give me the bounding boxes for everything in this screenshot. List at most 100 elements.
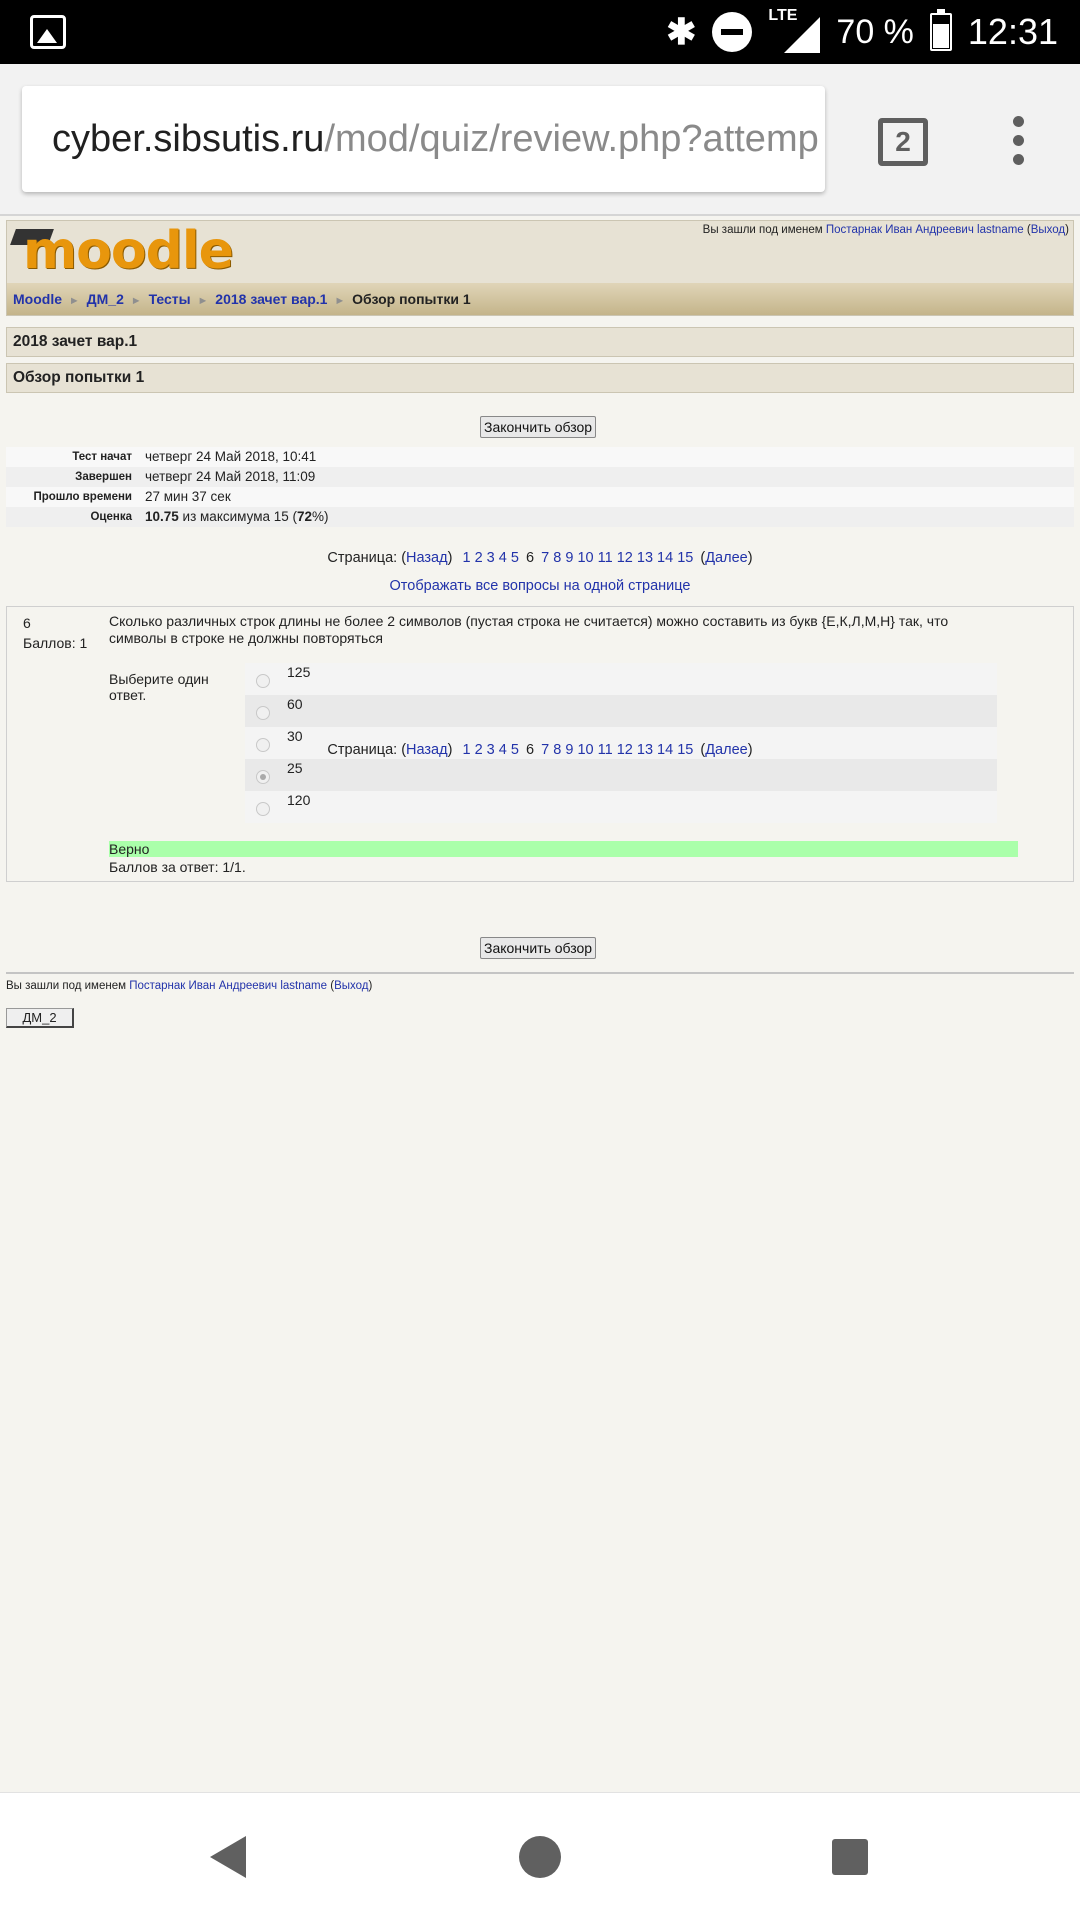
page-link[interactable]: 4 <box>499 550 507 566</box>
page-link[interactable]: 12 <box>617 742 633 758</box>
gallery-icon <box>30 15 66 49</box>
summary-row-completed: Завершен четверг 24 Май 2018, 11:09 <box>6 467 1074 487</box>
question-number: 6 <box>23 615 31 631</box>
page-link[interactable]: 9 <box>565 550 573 566</box>
page-link[interactable]: 10 <box>577 550 593 566</box>
url-host: cyber.sibsutis.ru <box>52 118 325 160</box>
url-bar[interactable]: cyber.sibsutis.ru/mod/quiz/review.php?at… <box>22 86 825 192</box>
breadcrumb-separator-icon: ► <box>334 295 346 307</box>
page-link[interactable]: 11 <box>598 550 613 566</box>
breadcrumb: Moodle ► ДМ_2 ► Тесты ► 2018 зачет вар.1… <box>7 283 1073 315</box>
quiz-title: 2018 зачет вар.1 <box>6 327 1074 357</box>
review-title: Обзор попытки 1 <box>6 363 1074 393</box>
correct-feedback: Верно <box>109 841 1018 857</box>
page-link[interactable]: 13 <box>637 742 653 758</box>
back-icon[interactable] <box>210 1836 246 1878</box>
page-link[interactable]: 5 <box>511 742 519 758</box>
user-profile-link[interactable]: Постарнак Иван Андреевич lastname <box>826 224 1024 236</box>
logout-link[interactable]: Выход <box>1031 224 1065 236</box>
page-link[interactable]: 15 <box>677 742 693 758</box>
radio-button[interactable] <box>256 802 270 816</box>
current-page: 6 <box>526 742 535 758</box>
breadcrumb-separator-icon: ► <box>68 295 80 307</box>
show-all-row: Отображать все вопросы на одной странице <box>0 578 1080 594</box>
answer-option[interactable]: 120 <box>245 791 997 823</box>
url-path: /mod/quiz/review.php?attemp <box>324 118 819 160</box>
page-link[interactable]: 1 <box>462 742 470 758</box>
page-content: moodle Вы зашли под именем Постарнак Ива… <box>0 216 1080 1792</box>
grade-percent: 72 <box>297 509 313 524</box>
page-link[interactable]: 3 <box>487 550 495 566</box>
breadcrumb-separator-icon: ► <box>197 295 209 307</box>
page-link[interactable]: 9 <box>565 742 573 758</box>
radio-button[interactable] <box>256 706 270 720</box>
finish-review-button-bottom[interactable]: Закончить обзор <box>480 937 597 959</box>
breadcrumb-separator-icon: ► <box>130 295 142 307</box>
home-icon[interactable] <box>519 1836 561 1878</box>
answer-option[interactable]: 60 <box>245 695 997 727</box>
answer-points: Баллов за ответ: 1/1. <box>109 859 246 875</box>
grade-score: 10.75 <box>145 509 179 524</box>
current-page: 6 <box>526 550 535 566</box>
paging-prev-link[interactable]: Назад <box>406 550 448 566</box>
summary-row-time-taken: Прошло времени 27 мин 37 сек <box>6 487 1074 507</box>
do-not-disturb-icon <box>712 12 753 52</box>
page-link[interactable]: 13 <box>637 550 653 566</box>
breadcrumb-current: Обзор попытки 1 <box>352 291 471 307</box>
overflow-menu-icon[interactable] <box>1008 116 1028 168</box>
page-link[interactable]: 2 <box>475 550 483 566</box>
status-bar: ✱ LTE 70 % 12:31 <box>0 0 1080 64</box>
breadcrumb-quiz[interactable]: 2018 зачет вар.1 <box>215 291 327 307</box>
page-link[interactable]: 2 <box>475 742 483 758</box>
user-profile-link[interactable]: Постарнак Иван Андреевич lastname <box>129 980 327 992</box>
bluetooth-icon: ✱ <box>666 11 697 52</box>
paging-prev-link[interactable]: Назад <box>406 742 448 758</box>
moodle-header: moodle Вы зашли под именем Постарнак Ива… <box>6 220 1074 316</box>
question-text: Сколько различных строк длины не более 2… <box>109 613 949 646</box>
paging-next-link[interactable]: Далее <box>705 550 747 566</box>
lte-signal-icon: LTE <box>768 7 821 55</box>
paging-bar-top: Страница: (Назад) 1 2 3 4 5 6 7 8 9 10 1… <box>327 550 753 566</box>
footer-divider <box>6 972 1074 974</box>
answer-option[interactable]: 125 <box>245 663 997 695</box>
page-link[interactable]: 10 <box>577 742 593 758</box>
page-link[interactable]: 8 <box>553 742 561 758</box>
battery-percent: 70 % <box>836 12 914 51</box>
show-all-questions-link[interactable]: Отображать все вопросы на одной странице <box>390 578 691 594</box>
paging-next-link[interactable]: Далее <box>705 742 747 758</box>
page-link[interactable]: 14 <box>657 550 673 566</box>
page-link[interactable]: 8 <box>553 550 561 566</box>
course-button[interactable]: ДМ_2 <box>6 1008 74 1028</box>
login-info-bottom: Вы зашли под именем Постарнак Иван Андре… <box>6 980 373 992</box>
answer-option-selected[interactable]: 25 <box>245 759 997 791</box>
battery-icon <box>929 9 952 51</box>
summary-row-started: Тест начат четверг 24 Май 2018, 10:41 <box>6 447 1074 467</box>
moodle-logo[interactable]: moodle <box>10 221 234 281</box>
page-link[interactable]: 7 <box>541 550 549 566</box>
page-link[interactable]: 11 <box>598 742 613 758</box>
radio-button[interactable] <box>256 674 270 688</box>
question-info: 6 Баллов: 1 <box>23 613 87 653</box>
page-link[interactable]: 4 <box>499 742 507 758</box>
logo-text: moodle <box>23 221 234 281</box>
browser-toolbar: cyber.sibsutis.ru/mod/quiz/review.php?at… <box>0 64 1080 216</box>
attempt-summary-table: Тест начат четверг 24 Май 2018, 10:41 За… <box>6 447 1074 527</box>
tab-switcher-button[interactable]: 2 <box>878 118 928 166</box>
page-link[interactable]: 3 <box>487 742 495 758</box>
page-link[interactable]: 12 <box>617 550 633 566</box>
clock: 12:31 <box>967 11 1058 52</box>
breadcrumb-course[interactable]: ДМ_2 <box>87 291 124 307</box>
page-link[interactable]: 15 <box>677 550 693 566</box>
page-link[interactable]: 7 <box>541 742 549 758</box>
page-link[interactable]: 14 <box>657 742 673 758</box>
finish-review-button[interactable]: Закончить обзор <box>480 416 597 438</box>
breadcrumb-moodle[interactable]: Moodle <box>13 291 62 307</box>
system-navigation-bar <box>0 1792 1080 1920</box>
page-link[interactable]: 5 <box>511 550 519 566</box>
logout-link[interactable]: Выход <box>334 980 368 992</box>
recent-apps-icon[interactable] <box>832 1839 868 1875</box>
page-link[interactable]: 1 <box>462 550 470 566</box>
summary-row-grade: Оценка 10.75 из максимума 15 (72%) <box>6 507 1074 527</box>
breadcrumb-quizzes[interactable]: Тесты <box>149 291 191 307</box>
radio-button-checked[interactable] <box>256 770 270 784</box>
